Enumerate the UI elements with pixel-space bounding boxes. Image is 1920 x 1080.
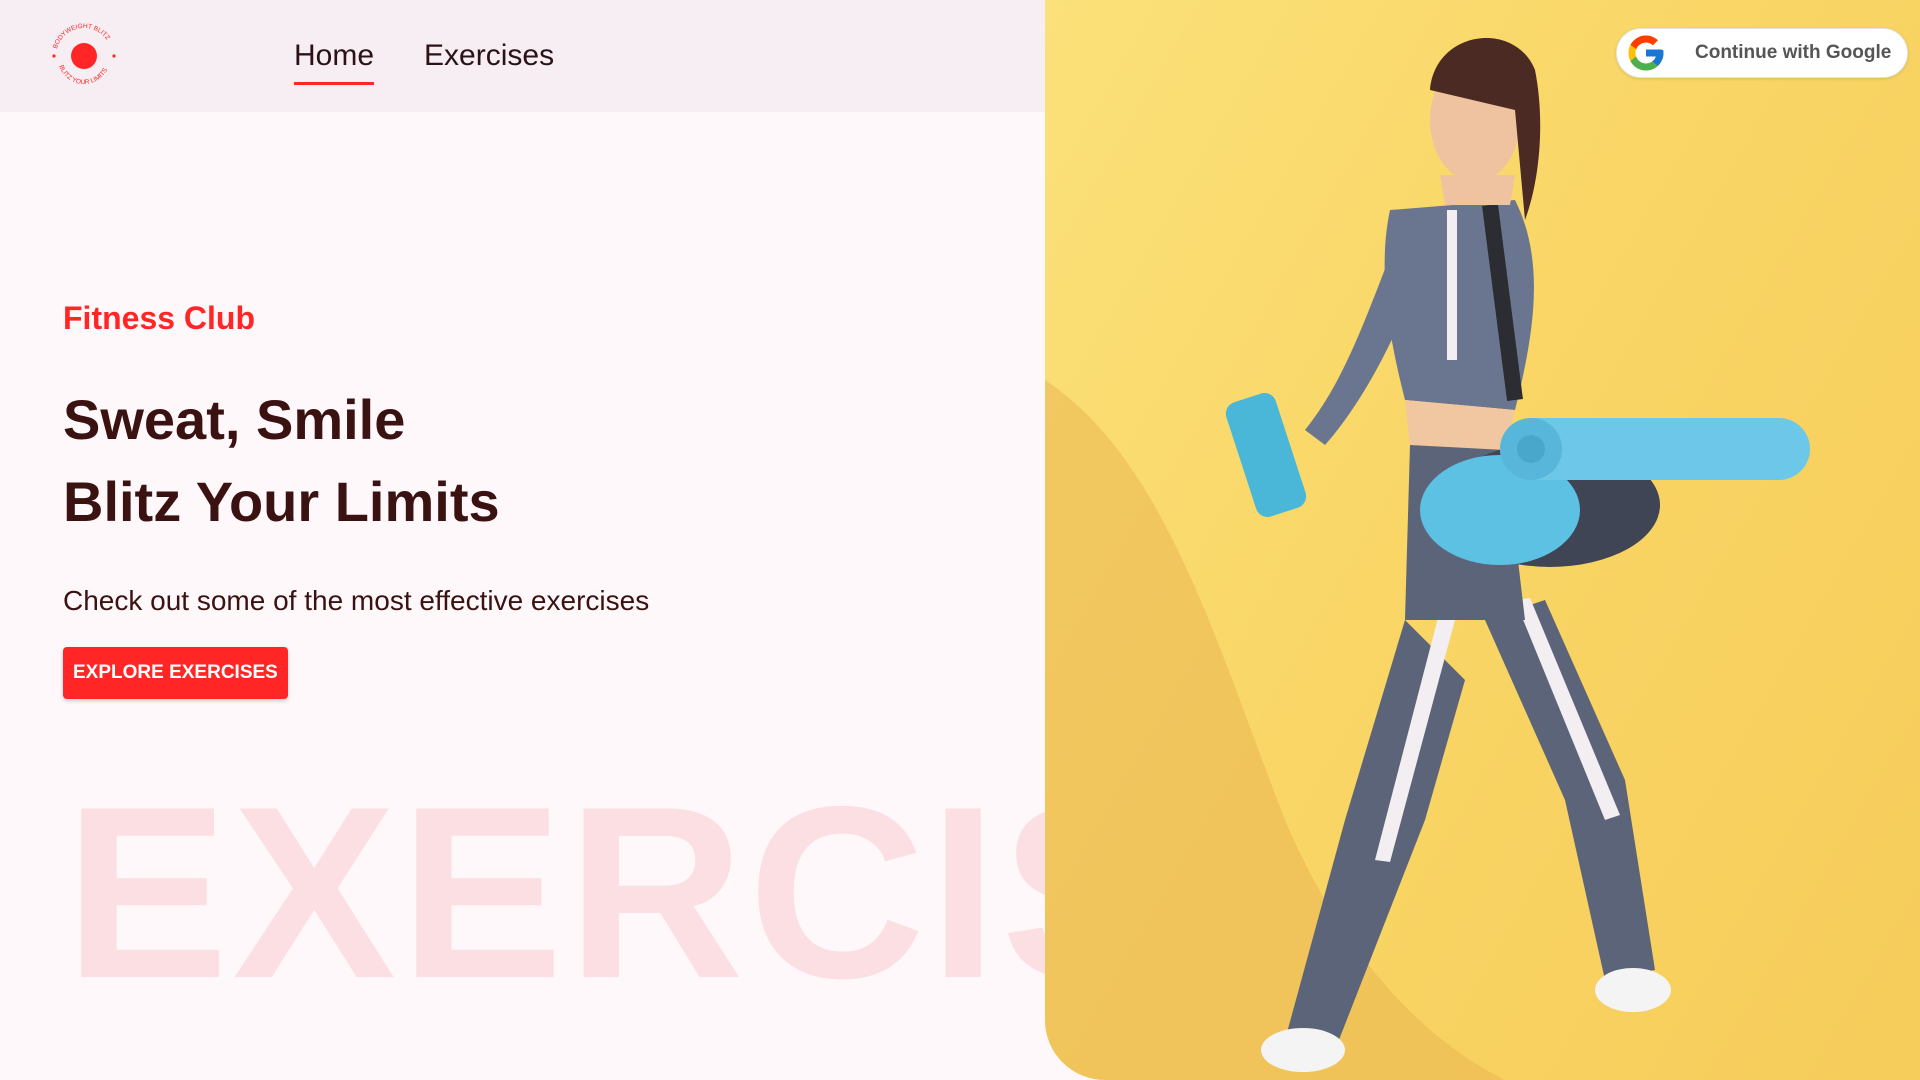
hero-eyebrow: Fitness Club — [63, 300, 256, 336]
google-button-label: Continue with Google — [1695, 42, 1892, 63]
headline-line-1: Sweat, Smile — [63, 388, 406, 451]
hero-subline: Check out some of the most effective exe… — [63, 585, 650, 616]
google-icon — [1628, 35, 1664, 71]
brand-logo[interactable]: BODYWEIGHT BLITZ BLITZ YOUR LIMITS — [46, 18, 122, 94]
top-navbar: BODYWEIGHT BLITZ BLITZ YOUR LIMITS Home … — [0, 0, 1045, 112]
nav-exercises-link[interactable]: Exercises — [424, 36, 554, 85]
nav-home-link[interactable]: Home — [294, 36, 375, 85]
athlete-illustration — [1045, 37, 1810, 1080]
hero-section: Fitness Club Sweat, Smile Blitz Your Lim… — [63, 300, 963, 699]
landing-page: BODYWEIGHT BLITZ BLITZ YOUR LIMITS Home … — [0, 0, 1920, 1080]
headline-line-2: Blitz Your Limits — [63, 470, 500, 533]
hero-photo — [1045, 0, 1920, 1080]
explore-exercises-button[interactable]: EXPLORE EXERCISES — [63, 647, 288, 699]
hero-headline: Sweat, Smile Blitz Your Limits — [63, 379, 963, 543]
continue-with-google-button[interactable]: Continue with Google — [1616, 28, 1908, 78]
main-nav: Home Exercises — [294, 36, 554, 85]
